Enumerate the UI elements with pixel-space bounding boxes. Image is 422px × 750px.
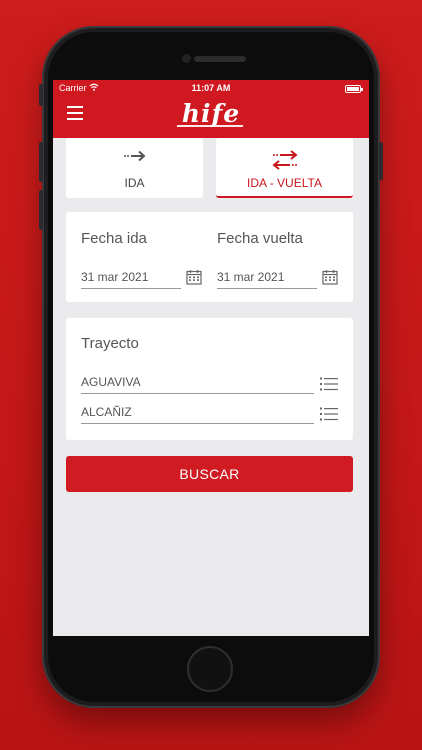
route-title: Trayecto	[81, 335, 139, 352]
route-card: Trayecto AGUAVIVA ALCAÑIZ	[66, 318, 353, 440]
home-button[interactable]	[187, 646, 233, 692]
status-time: 11:07 AM	[191, 83, 231, 93]
tab-ida[interactable]: IDA	[66, 138, 203, 198]
destination-field[interactable]: ALCAÑIZ	[81, 402, 314, 424]
calendar-icon[interactable]	[322, 269, 338, 285]
brand-logo-underline	[176, 125, 244, 127]
volume-up-button	[39, 142, 43, 182]
tab-ida-label: IDA	[124, 176, 145, 190]
departure-date-label: Fecha ida	[81, 230, 147, 247]
front-camera	[182, 54, 191, 63]
list-icon[interactable]	[320, 377, 338, 391]
power-button	[379, 142, 383, 180]
departure-date-field[interactable]: 31 mar 2021	[81, 267, 181, 289]
arrows-round-trip-icon	[271, 150, 298, 170]
volume-down-button	[39, 190, 43, 230]
dates-card: Fecha ida Fecha vuelta 31 mar 2021 31 ma…	[66, 212, 353, 302]
tab-ida-vuelta[interactable]: IDA - VUELTA	[216, 138, 353, 198]
search-button[interactable]: BUSCAR	[66, 456, 353, 492]
brand-logo: hife	[181, 99, 241, 128]
mute-switch	[39, 84, 43, 106]
battery-icon	[345, 85, 363, 93]
status-bar: Carrier 11:07 AM	[53, 80, 369, 98]
earpiece-speaker	[194, 56, 246, 62]
app-screen: Carrier 11:07 AM hife IDA IDA - VUELTA F…	[53, 80, 369, 636]
tab-ida-vuelta-label: IDA - VUELTA	[247, 176, 322, 190]
origin-field[interactable]: AGUAVIVA	[81, 372, 314, 394]
list-icon[interactable]	[320, 407, 338, 421]
return-date-label: Fecha vuelta	[217, 230, 303, 247]
arrow-right-icon	[123, 150, 145, 162]
return-date-field[interactable]: 31 mar 2021	[217, 267, 317, 289]
app-header: hife	[53, 98, 369, 138]
calendar-icon[interactable]	[186, 269, 202, 285]
